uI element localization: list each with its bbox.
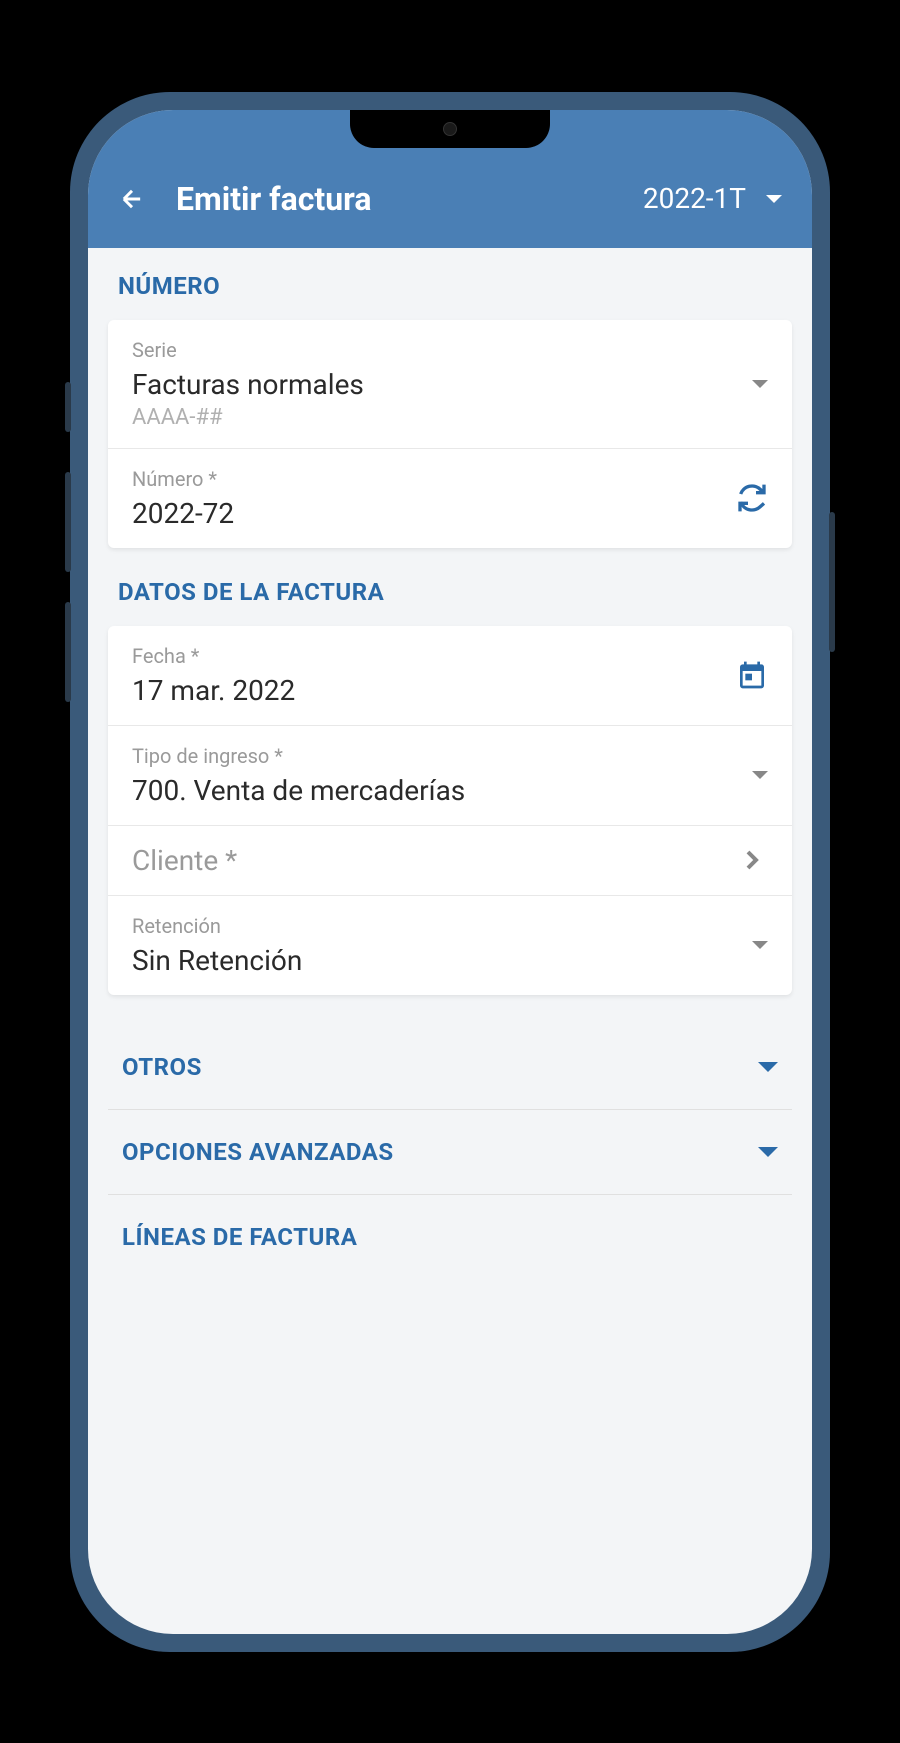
- retencion-label: Retención: [132, 914, 752, 938]
- lineas-label: LÍNEAS DE FACTURA: [122, 1223, 778, 1251]
- chevron-down-icon: [752, 941, 768, 949]
- retencion-value: Sin Retención: [132, 944, 752, 977]
- arrow-left-icon: [118, 185, 146, 213]
- back-button[interactable]: [118, 185, 146, 213]
- chevron-down-icon: [752, 380, 768, 388]
- tipo-content: Tipo de ingreso * 700. Venta de mercader…: [132, 744, 752, 807]
- card-numero: Serie Facturas normales AAAA-## Número *…: [108, 320, 792, 548]
- chevron-down-icon: [758, 1062, 778, 1072]
- cliente-field[interactable]: Cliente *: [108, 826, 792, 896]
- period-value: 2022-1T: [643, 182, 746, 215]
- phone-device-frame: Emitir factura 2022-1T NÚMERO Serie Fact…: [70, 92, 830, 1652]
- chevron-down-icon: [752, 771, 768, 779]
- fecha-value: 17 mar. 2022: [132, 674, 736, 707]
- chevron-down-icon: [766, 195, 782, 203]
- phone-volume-up: [65, 472, 71, 572]
- phone-volume-down: [65, 602, 71, 702]
- phone-screen-bezel: Emitir factura 2022-1T NÚMERO Serie Fact…: [88, 110, 812, 1634]
- otros-section-toggle[interactable]: OTROS: [108, 1025, 792, 1110]
- lineas-section: LÍNEAS DE FACTURA: [108, 1195, 792, 1251]
- chevron-down-icon: [758, 1147, 778, 1157]
- cliente-nav: [736, 844, 768, 876]
- page-title: Emitir factura: [176, 180, 613, 218]
- tipo-ingreso-field[interactable]: Tipo de ingreso * 700. Venta de mercader…: [108, 726, 792, 826]
- cliente-content: Cliente *: [132, 844, 736, 877]
- phone-power-button: [829, 512, 835, 652]
- fecha-label: Fecha *: [132, 644, 736, 668]
- phone-mute-switch: [65, 382, 71, 432]
- refresh-button[interactable]: [736, 482, 768, 514]
- calendar-icon: [736, 659, 768, 691]
- retencion-field[interactable]: Retención Sin Retención: [108, 896, 792, 995]
- otros-label: OTROS: [122, 1053, 202, 1081]
- app-screen: Emitir factura 2022-1T NÚMERO Serie Fact…: [88, 110, 812, 1634]
- serie-content: Serie Facturas normales AAAA-##: [132, 338, 752, 430]
- fecha-content: Fecha * 17 mar. 2022: [132, 644, 736, 707]
- form-content: NÚMERO Serie Facturas normales AAAA-## N…: [88, 248, 812, 1634]
- section-label-datos: DATOS DE LA FACTURA: [118, 578, 792, 606]
- chevron-right-icon: [736, 844, 768, 876]
- card-datos: Fecha * 17 mar. 2022 Tipo de ingre: [108, 626, 792, 995]
- serie-value: Facturas normales: [132, 368, 752, 401]
- period-selector[interactable]: 2022-1T: [643, 182, 782, 215]
- serie-field[interactable]: Serie Facturas normales AAAA-##: [108, 320, 792, 449]
- cliente-label: Cliente *: [132, 844, 736, 877]
- tipo-value: 700. Venta de mercaderías: [132, 774, 752, 807]
- serie-label: Serie: [132, 338, 752, 362]
- phone-shadow: [100, 1642, 800, 1682]
- numero-content: Número * 2022-72: [132, 467, 736, 530]
- numero-value: 2022-72: [132, 497, 736, 530]
- refresh-icon: [736, 482, 768, 514]
- serie-format: AAAA-##: [132, 405, 752, 430]
- phone-notch: [350, 110, 550, 148]
- phone-camera: [443, 122, 457, 136]
- fecha-field[interactable]: Fecha * 17 mar. 2022: [108, 626, 792, 726]
- calendar-button[interactable]: [736, 659, 768, 691]
- tipo-label: Tipo de ingreso *: [132, 744, 752, 768]
- numero-field[interactable]: Número * 2022-72: [108, 449, 792, 548]
- avanzadas-label: OPCIONES AVANZADAS: [122, 1138, 394, 1166]
- retencion-content: Retención Sin Retención: [132, 914, 752, 977]
- avanzadas-section-toggle[interactable]: OPCIONES AVANZADAS: [108, 1110, 792, 1195]
- numero-label: Número *: [132, 467, 736, 491]
- section-label-numero: NÚMERO: [118, 272, 792, 300]
